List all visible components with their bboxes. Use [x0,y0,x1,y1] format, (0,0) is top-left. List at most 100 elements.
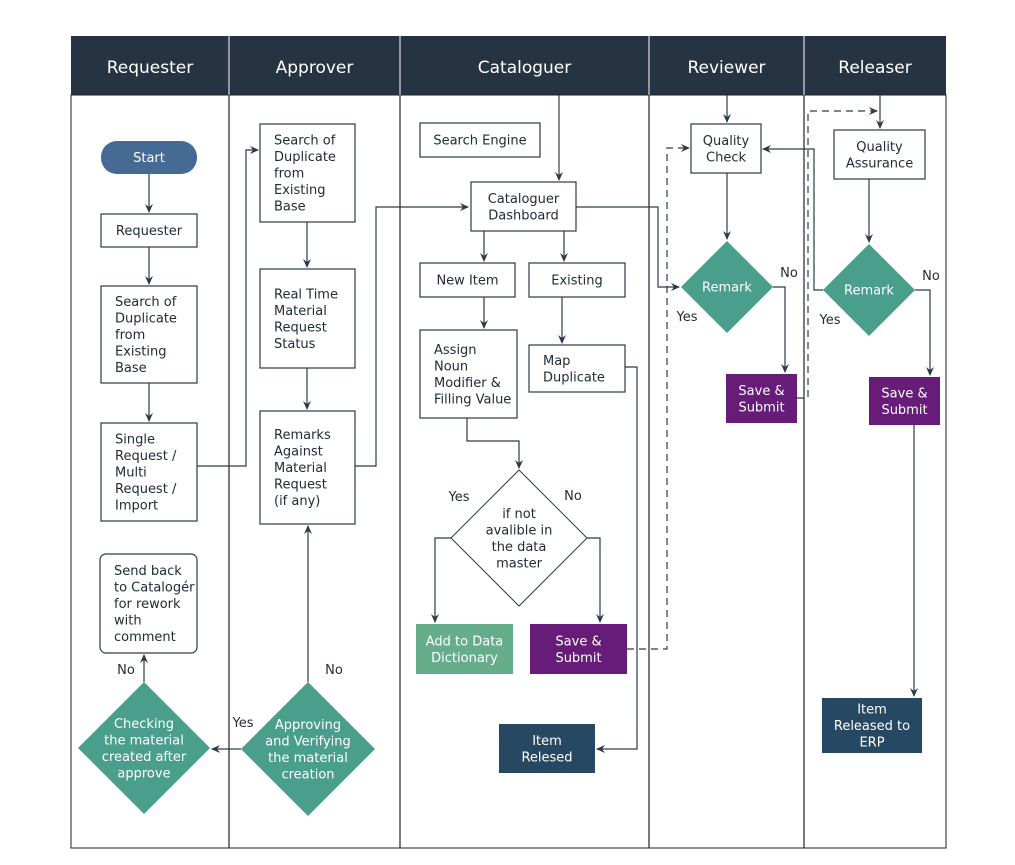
node-text: Relesed [521,750,572,765]
node-text: Assign [434,343,477,358]
node-remarks[interactable]: Remarks AgainstMaterial Request(if any) [259,410,356,525]
node-text: Base [274,200,306,215]
node-text: Approving [275,718,341,733]
node-text: Existing [115,345,167,360]
node-text: Requester [116,224,183,239]
node-text: Remark [844,284,894,299]
connector-arrow [197,146,259,467]
node-text: Quality [703,134,750,149]
node-map-dup[interactable]: MapDuplicate [528,344,626,393]
node-req-search[interactable]: Search of Duplicatefrom ExistingBase [100,285,198,384]
lane-title-approver: Approver [276,58,354,78]
node-text: Remarks [274,428,331,443]
edge-label-rev-no: No [780,266,798,281]
node-text: Multi [115,466,147,481]
node-real-time[interactable]: Real Time MaterialRequest Status [259,268,356,369]
node-cat-submit[interactable]: Save & Submit [530,624,627,674]
node-text: Duplicate [115,312,177,327]
edge-label-rel-no: No [922,269,940,284]
node-text: the material [104,733,184,748]
node-text: avalible in [486,523,553,538]
node-text: Noun [434,359,468,374]
node-text: Status [274,337,316,352]
edge-label-checking-no: No [117,663,135,678]
node-text: Submit [555,651,601,666]
node-text: Cataloguer [488,192,560,207]
edge-label-if-no: No [564,489,582,504]
node-text: Duplicate [274,150,336,165]
node-text: to Catalogér [114,581,195,596]
node-quality-assurance[interactable]: QualityAssurance [833,129,926,180]
node-text: Material [274,304,327,319]
node-text: Modifier & [434,376,501,391]
edge-label-rel-yes: Yes [819,313,841,328]
node-appr-search[interactable]: Search ofDuplicate fromExisting Base [259,123,356,223]
node-text: Save & [881,386,927,401]
node-text: comment [114,630,176,645]
node-send-back[interactable]: Send back to Catalogérfor rework withcomme… [99,553,198,654]
edge-label-rev-yes: Yes [676,310,698,325]
node-text: Item [532,734,562,749]
node-text: Item [857,703,887,718]
node-text: Existing [274,183,326,198]
node-text: Request / [115,482,177,497]
node-add-dict[interactable]: Add to Data Dictionary [416,624,513,674]
node-requester[interactable]: Requester [100,213,198,248]
node-text: for rework [114,597,181,612]
connector-arrow [773,286,789,373]
connector-arrow [915,289,934,376]
node-text: Save & [555,634,601,649]
edge-label-if-yes: Yes [448,490,470,505]
node-start[interactable]: Start [101,141,197,174]
node-text: approve [117,766,170,781]
node-quality-check[interactable]: QualityCheck [690,123,762,174]
node-text: Search of [274,134,336,149]
node-new-item[interactable]: New Item [419,262,516,298]
node-text: New Item [436,274,498,289]
node-text: Dictionary [431,651,498,666]
node-approving[interactable]: Approvingand Verifying the materialcreati… [241,682,375,816]
node-text: Request [274,320,327,335]
node-text: Dashboard [488,208,559,223]
node-text: Check [706,150,746,165]
node-text: created after [102,750,187,765]
node-text: ERP [859,736,884,751]
connector-arrow [466,418,523,469]
node-dashboard[interactable]: CataloguerDashboard [470,181,577,232]
node-item-relesed[interactable]: ItemRelesed [499,724,595,773]
node-text: and Verifying [265,734,351,749]
node-text: Search of [115,295,177,310]
node-text: Submit [881,403,927,418]
node-rel-submit[interactable]: Save & Submit [869,377,940,425]
node-text: with [114,614,142,629]
swimlane-diagram: Requester Approver Cataloguer Reviewer Relea… [70,36,947,849]
node-text: Quality [856,140,903,155]
node-existing[interactable]: Existing [528,262,626,298]
node-erp[interactable]: ItemReleased to ERP [822,698,922,753]
edge-label-approving-yes: Yes [232,716,254,731]
node-rev-submit[interactable]: Save &Submit [726,374,797,423]
node-text: Save & [738,384,784,399]
lane-title-cataloguer: Cataloguer [478,58,572,78]
node-text: master [496,556,542,571]
lane-title-requester: Requester [107,58,194,78]
node-text: Remark [702,281,752,296]
node-assign[interactable]: AssignNoun Modifier &Filling Value [419,329,518,419]
node-text: Start [133,151,165,166]
node-text: (if any) [274,494,320,509]
node-text: Filling Value [434,392,511,407]
node-text: Request / [115,449,177,464]
node-text: Real Time [274,287,338,302]
node-text: Single [115,433,155,448]
node-text: Released to [834,719,910,734]
node-text: from [274,167,304,182]
node-single-request[interactable]: SingleRequest /MultiRequest /Import [100,422,198,522]
node-search-engine[interactable]: Search Engine [419,122,541,158]
node-text: the data [492,540,547,555]
node-text: Against [274,445,323,460]
node-text: Request [274,478,327,493]
lane-title-reviewer: Reviewer [687,58,765,78]
node-text: from [115,328,145,343]
node-text: creation [281,767,334,782]
node-checking[interactable]: Checkingthe material created afterapprove [78,682,210,814]
